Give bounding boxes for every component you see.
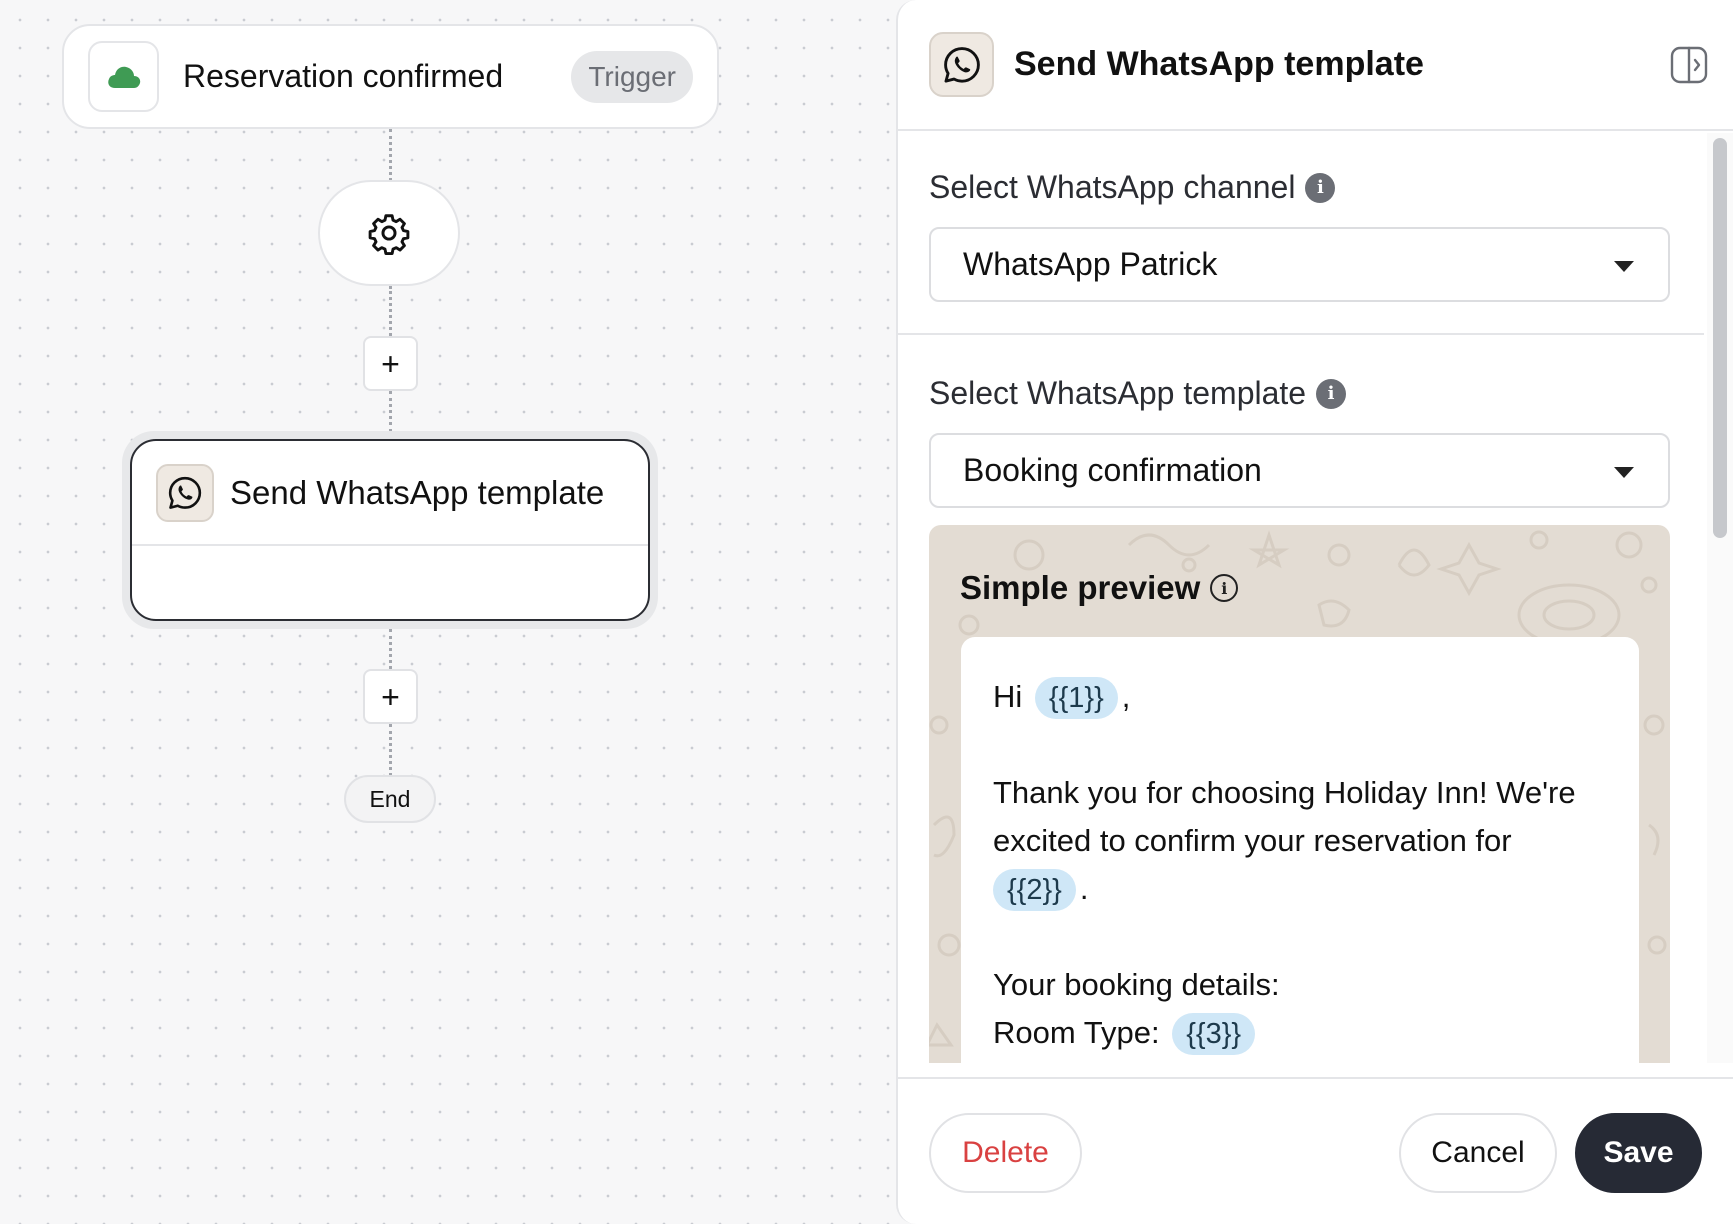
cancel-button[interactable]: Cancel [1399, 1113, 1557, 1193]
channel-select-value: WhatsApp Patrick [963, 246, 1218, 282]
message-line: Hi {{1}}, [993, 673, 1607, 721]
channel-label: Select WhatsApp channel i [929, 169, 1336, 206]
settings-node[interactable] [318, 180, 460, 286]
trigger-node[interactable]: Reservation confirmed Trigger [62, 24, 719, 129]
side-panel: Send WhatsApp template Select WhatsApp c… [896, 0, 1733, 1224]
whatsapp-icon [156, 463, 214, 522]
variable-chip: {{3}} [1172, 1013, 1256, 1055]
panel-footer: Delete Cancel Save [898, 1077, 1733, 1224]
add-step-button[interactable]: + [363, 336, 418, 391]
template-select[interactable]: Booking confirmation [929, 433, 1670, 508]
info-icon[interactable]: i [1210, 574, 1239, 602]
info-icon[interactable]: i [1305, 172, 1336, 203]
info-icon[interactable]: i [1316, 378, 1347, 409]
variable-chip: {{2}} [993, 869, 1076, 911]
section-divider [898, 333, 1704, 335]
connector-line [389, 129, 392, 181]
chevron-down-icon [1614, 467, 1634, 478]
channel-select[interactable]: WhatsApp Patrick [929, 227, 1670, 302]
panel-body: Select WhatsApp channel i WhatsApp Patri… [898, 133, 1733, 1063]
end-node: End [344, 775, 436, 823]
message-line: Room Type: {{3}} [993, 1009, 1607, 1057]
connector-line [389, 391, 392, 432]
scrollbar-thumb[interactable] [1713, 138, 1727, 538]
variable-chip: {{1}} [1034, 677, 1118, 719]
message-preview-bubble: Hi {{1}}, Thank you for choosing Holiday… [961, 637, 1639, 1063]
delete-button[interactable]: Delete [929, 1113, 1082, 1193]
message-line: Thank you for choosing Holiday Inn! We'r… [993, 775, 1576, 810]
template-select-value: Booking confirmation [963, 452, 1262, 488]
whatsapp-icon [929, 32, 994, 97]
gear-icon [368, 214, 410, 255]
preview-area: Simple preview i Hi {{1}}, Thank you for… [929, 525, 1670, 1063]
add-step-button[interactable]: + [363, 669, 418, 724]
action-node-send-whatsapp[interactable]: Send WhatsApp template [130, 439, 650, 621]
connector-line [389, 286, 392, 336]
preview-title: Simple preview i [960, 569, 1239, 607]
chevron-down-icon [1614, 261, 1634, 272]
action-node-title: Send WhatsApp template [230, 473, 605, 511]
collapse-panel-icon[interactable] [1669, 45, 1709, 85]
message-line: excited to confirm your reservation for [993, 823, 1512, 858]
template-label: Select WhatsApp template i [929, 375, 1347, 412]
connector-line [389, 724, 392, 776]
connector-line [389, 629, 392, 669]
trigger-title: Reservation confirmed [183, 58, 504, 94]
message-line: {{2}}. [993, 865, 1607, 913]
message-line: Your booking details: [993, 967, 1280, 1002]
save-button[interactable]: Save [1575, 1113, 1702, 1193]
cloud-icon [88, 41, 159, 112]
trigger-badge: Trigger [571, 50, 693, 103]
panel-title: Send WhatsApp template [1014, 45, 1424, 83]
panel-header: Send WhatsApp template [898, 0, 1733, 131]
